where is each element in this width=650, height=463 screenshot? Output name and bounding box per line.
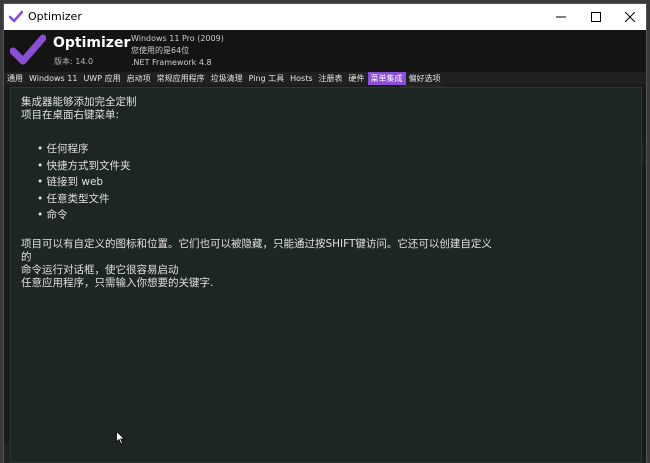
tab-menu-integration[interactable]: 菜单集成 [367, 72, 406, 85]
description-text: 项目可以有自定义的图标和位置。它们也可以被隐藏，只能通过按SHIFT键访问。它还… [21, 238, 521, 290]
tab-cleaner[interactable]: 垃圾清理 [208, 72, 246, 85]
list-item: 任意类型文件 [37, 191, 131, 208]
minimize-icon [556, 16, 566, 18]
description-line-1: 项目可以有自定义的图标和位置。它们也可以被隐藏，只能通过按SHIFT键访问。它还… [21, 238, 492, 250]
tab-windows-11[interactable]: Windows 11 [26, 72, 80, 85]
tab-startup[interactable]: 启动项 [124, 72, 154, 85]
app-header: Optimizer 版本: 14.0 Windows 11 Pro (2009)… [4, 30, 646, 72]
list-item: 命令 [37, 207, 131, 224]
close-button[interactable] [613, 4, 646, 30]
tab-common-apps[interactable]: 常规应用程序 [154, 72, 208, 85]
title-bar[interactable]: Optimizer [4, 4, 646, 30]
architecture-info: 您使用的是64位 [131, 46, 190, 55]
app-name: Optimizer [53, 35, 131, 51]
list-item: 快捷方式到文件夹 [37, 158, 131, 175]
list-item: 链接到 web [37, 174, 131, 191]
maximize-button[interactable] [579, 4, 613, 30]
tab-preferences[interactable]: 偏好选项 [406, 72, 444, 85]
tab-uwp-apps[interactable]: UWP 应用 [80, 72, 123, 85]
tab-hosts[interactable]: Hosts [287, 72, 315, 85]
tab-ping-tool[interactable]: Ping 工具 [246, 72, 288, 85]
tab-general[interactable]: 通用 [4, 72, 26, 85]
tab-hardware[interactable]: 硬件 [346, 72, 368, 85]
tab-bar: 通用 Windows 11 UWP 应用 启动项 常规应用程序 垃圾清理 Pin… [4, 72, 646, 85]
intro-text: 集成器能够添加完全定制 项目在桌面右键菜单: [21, 96, 137, 122]
description-line-2: 的 [21, 251, 32, 263]
system-info: Windows 11 Pro (2009) 您使用的是64位 .NET Fram… [131, 33, 224, 69]
app-version: 版本: 14.0 [54, 57, 94, 66]
description-line-3: 命令运行对话框，使它很容易启动 [21, 264, 179, 276]
checkmark-logo-icon [10, 34, 46, 65]
feature-list: 任何程序 快捷方式到文件夹 链接到 web 任意类型文件 命令 [37, 141, 131, 224]
list-item: 任何程序 [37, 141, 131, 158]
os-version: Windows 11 Pro (2009) [131, 34, 224, 43]
framework-version: .NET Framework 4.8 [131, 58, 212, 67]
minimize-button[interactable] [544, 4, 578, 30]
description-line-4: 任意应用程序，只需输入你想要的关键字. [21, 277, 214, 289]
maximize-icon [591, 12, 601, 22]
close-icon [625, 12, 635, 22]
mouse-cursor-icon [116, 431, 126, 445]
checkmark-app-icon [9, 10, 23, 23]
tab-registry[interactable]: 注册表 [316, 72, 346, 85]
intro-line-2: 项目在桌面右键菜单: [21, 109, 120, 121]
optimizer-window: Optimizer Optimizer 版本: 14.0 Windows 11 … [4, 4, 646, 463]
window-title: Optimizer [28, 10, 82, 23]
intro-line-1: 集成器能够添加完全定制 [21, 96, 137, 108]
integrator-info-panel: 集成器能够添加完全定制 项目在桌面右键菜单: 任何程序 快捷方式到文件夹 链接到… [10, 87, 642, 463]
